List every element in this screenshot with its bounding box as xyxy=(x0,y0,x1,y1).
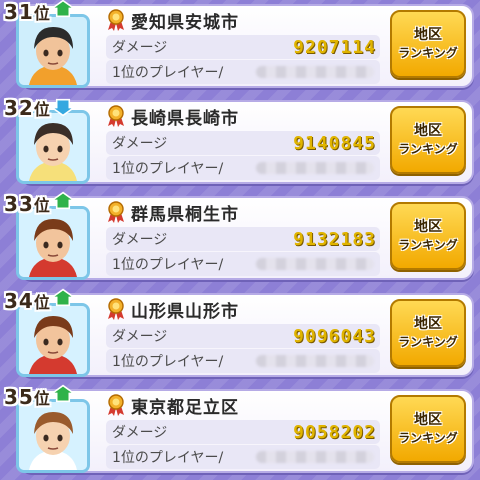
button-line2: ランキング xyxy=(398,46,458,60)
damage-line: ダメージ 9096043 xyxy=(106,324,380,348)
medal-icon xyxy=(108,9,124,31)
damage-line: ダメージ 9132183 xyxy=(106,227,380,251)
damage-value: 9207114 xyxy=(293,36,376,58)
rank-suffix: 位 xyxy=(33,4,51,23)
medal-icon xyxy=(108,105,124,127)
rank-number: 33 xyxy=(4,192,34,216)
ranking-list: 31 位 愛知県安城市 ダメージ 9207114 1位のプレイヤー/ 地区 ラン… xyxy=(0,0,480,480)
top-player-label: 1位のプレイヤー/ xyxy=(112,161,224,177)
rank-label: 32 位 xyxy=(4,94,77,122)
top-player-label: 1位のプレイヤー/ xyxy=(112,65,224,81)
regional-ranking-button[interactable]: 地区 ランキング xyxy=(390,299,466,367)
city-name: 東京都足立区 xyxy=(131,397,239,418)
damage-line: ダメージ 9140845 xyxy=(106,131,380,155)
arrow-up-icon xyxy=(49,191,77,218)
regional-ranking-button[interactable]: 地区 ランキング xyxy=(390,202,466,270)
damage-value: 9096043 xyxy=(293,325,376,347)
blurred-player-name xyxy=(256,355,374,367)
button-line2: ランキング xyxy=(398,431,458,445)
arrow-up-icon xyxy=(49,0,77,26)
damage-line: ダメージ 9207114 xyxy=(106,35,380,59)
button-line1: 地区 xyxy=(414,27,442,43)
button-line1: 地区 xyxy=(414,123,442,139)
button-line1: 地区 xyxy=(414,316,442,332)
ranking-row: 31 位 愛知県安城市 ダメージ 9207114 1位のプレイヤー/ 地区 ラン… xyxy=(4,0,474,88)
ranking-row: 34 位 山形県山形市 ダメージ 9096043 1位のプレイヤー/ 地区 ラン… xyxy=(4,287,474,377)
damage-label: ダメージ xyxy=(112,425,168,441)
button-line2: ランキング xyxy=(398,142,458,156)
damage-label: ダメージ xyxy=(112,329,168,345)
rank-label: 34 位 xyxy=(4,287,77,315)
regional-ranking-button[interactable]: 地区 ランキング xyxy=(390,395,466,463)
rank-number: 35 xyxy=(4,385,34,409)
ranking-row: 32 位 長崎県長崎市 ダメージ 9140845 1位のプレイヤー/ 地区 ラン… xyxy=(4,94,474,184)
blurred-player-name xyxy=(256,258,374,270)
ranking-row: 33 位 群馬県桐生市 ダメージ 9132183 1位のプレイヤー/ 地区 ラン… xyxy=(4,190,474,280)
city-row: 山形県山形市 xyxy=(106,297,239,322)
top-player-line: 1位のプレイヤー/ xyxy=(106,445,380,469)
damage-value: 9058202 xyxy=(293,421,376,443)
damage-line: ダメージ 9058202 xyxy=(106,420,380,444)
top-player-label: 1位のプレイヤー/ xyxy=(112,257,224,273)
button-line2: ランキング xyxy=(398,238,458,252)
top-player-label: 1位のプレイヤー/ xyxy=(112,354,224,370)
button-line2: ランキング xyxy=(398,335,458,349)
city-row: 長崎県長崎市 xyxy=(106,104,239,129)
blurred-player-name xyxy=(256,162,374,174)
damage-value: 9132183 xyxy=(293,228,376,250)
damage-label: ダメージ xyxy=(112,136,168,152)
city-row: 群馬県桐生市 xyxy=(106,200,239,225)
rank-suffix: 位 xyxy=(33,100,51,119)
city-row: 東京都足立区 xyxy=(106,393,239,418)
top-player-line: 1位のプレイヤー/ xyxy=(106,156,380,180)
ranking-row: 35 位 東京都足立区 ダメージ 9058202 1位のプレイヤー/ 地区 ラン… xyxy=(4,383,474,473)
top-player-line: 1位のプレイヤー/ xyxy=(106,60,380,84)
city-name: 群馬県桐生市 xyxy=(131,204,239,225)
top-player-line: 1位のプレイヤー/ xyxy=(106,349,380,373)
regional-ranking-button[interactable]: 地区 ランキング xyxy=(390,106,466,174)
blurred-player-name xyxy=(256,66,374,78)
city-row: 愛知県安城市 xyxy=(106,8,239,33)
rank-label: 35 位 xyxy=(4,383,77,411)
arrow-up-icon xyxy=(49,288,77,315)
medal-icon xyxy=(108,201,124,223)
damage-label: ダメージ xyxy=(112,232,168,248)
top-player-line: 1位のプレイヤー/ xyxy=(106,252,380,276)
arrow-down-icon xyxy=(49,95,77,122)
medal-icon xyxy=(108,298,124,320)
rank-number: 31 xyxy=(4,0,34,24)
city-name: 愛知県安城市 xyxy=(131,12,239,33)
button-line1: 地区 xyxy=(414,412,442,428)
rank-number: 32 xyxy=(4,96,34,120)
rank-label: 31 位 xyxy=(4,0,77,26)
arrow-up-icon xyxy=(49,384,77,411)
medal-icon xyxy=(108,394,124,416)
rank-suffix: 位 xyxy=(33,293,51,312)
damage-value: 9140845 xyxy=(293,132,376,154)
rank-label: 33 位 xyxy=(4,190,77,218)
rank-suffix: 位 xyxy=(33,196,51,215)
top-player-label: 1位のプレイヤー/ xyxy=(112,450,224,466)
city-name: 長崎県長崎市 xyxy=(131,108,239,129)
rank-suffix: 位 xyxy=(33,389,51,408)
blurred-player-name xyxy=(256,451,374,463)
damage-label: ダメージ xyxy=(112,40,168,56)
regional-ranking-button[interactable]: 地区 ランキング xyxy=(390,10,466,78)
rank-number: 34 xyxy=(4,289,34,313)
city-name: 山形県山形市 xyxy=(131,301,239,322)
button-line1: 地区 xyxy=(414,219,442,235)
